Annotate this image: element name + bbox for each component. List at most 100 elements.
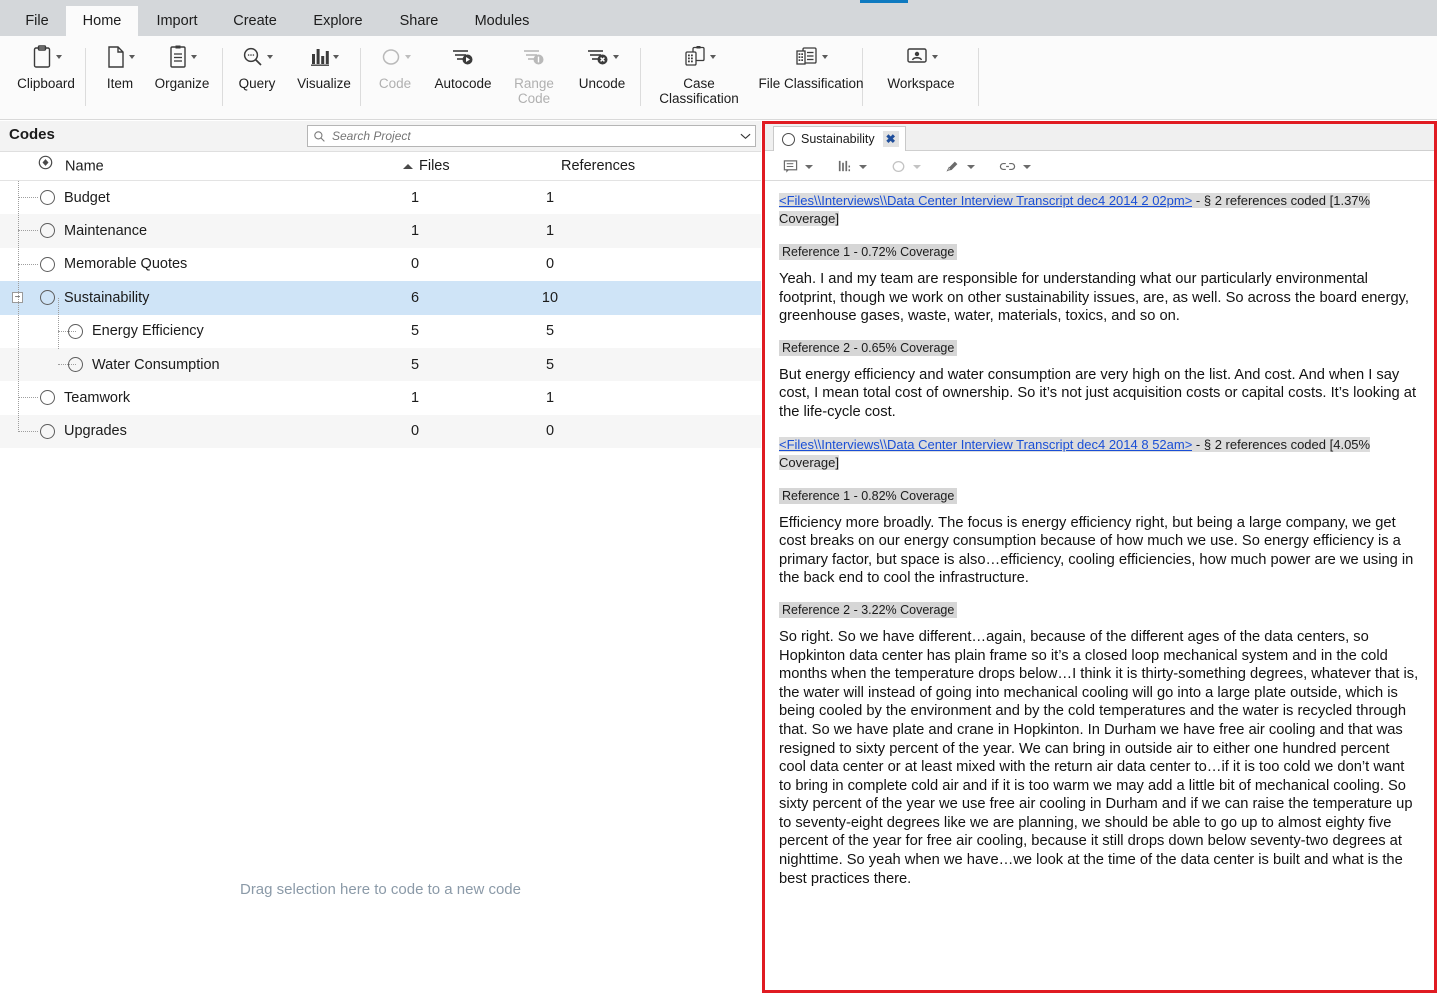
ribbon-button-query[interactable]: Query	[226, 40, 288, 91]
ribbon-button-item[interactable]: Item	[94, 40, 146, 91]
coded-references-body: <Files\\Interviews\\Data Center Intervie…	[765, 182, 1434, 990]
column-header-name[interactable]: Name	[38, 152, 104, 181]
bar-chart-icon	[288, 40, 360, 74]
detail-pane: Sustainability ✖ <Files\\Interviews\\Dat…	[762, 121, 1437, 993]
reference-coverage-label: Reference 2 - 3.22% Coverage	[779, 601, 958, 618]
coded-reference: Reference 2 - 0.65% Coverage But energy e…	[779, 326, 1420, 422]
source-file-link[interactable]: <Files\\Interviews\\Data Center Intervie…	[779, 436, 1193, 452]
reference-text[interactable]: But energy efficiency and water consumpt…	[779, 366, 1420, 422]
code-circle-icon	[891, 159, 906, 174]
tree-connector-line	[18, 263, 38, 265]
ribbon-button-label: Item	[106, 76, 134, 91]
code-circle-icon	[782, 132, 795, 146]
ribbon-tab-modules[interactable]: Modules	[456, 6, 548, 36]
search-input[interactable]	[330, 128, 735, 144]
ribbon-button-clipboard[interactable]: Clipboard	[2, 40, 90, 91]
autocode-icon	[426, 40, 500, 74]
reference-text[interactable]: So right. So we have different…again, be…	[779, 628, 1420, 888]
ribbon-body: Clipboard Item Organize Query Visualize Code A…	[0, 36, 1437, 120]
chevron-down-icon[interactable]	[967, 164, 975, 169]
column-header-files[interactable]: Files	[403, 152, 450, 181]
ribbon-button-label: Query	[238, 76, 276, 91]
source-file-link[interactable]: <Files\\Interviews\\Data Center Intervie…	[779, 193, 1193, 208]
tree-connector-line	[18, 197, 38, 198]
tree-connector-line	[58, 364, 76, 365]
code-references-count: 1	[545, 189, 555, 206]
ribbon-button-file-classification[interactable]: File Classification	[756, 40, 866, 91]
magnifier-icon	[226, 40, 288, 74]
ribbon-separator	[222, 48, 223, 106]
chevron-down-icon[interactable]	[913, 164, 921, 169]
ribbon-button-organize[interactable]: Organize	[146, 40, 218, 91]
code-name: Memorable Quotes	[64, 256, 188, 273]
codes-pane: Codes Name Files Re	[0, 121, 761, 993]
code-files-count: 1	[410, 223, 420, 240]
link-icon	[999, 160, 1016, 173]
toolbar-coding-stripes-button[interactable]	[837, 156, 867, 177]
code-files-count: 1	[410, 390, 420, 407]
chevron-down-icon[interactable]	[1023, 164, 1031, 169]
ribbon-button-visualize[interactable]: Visualize	[288, 40, 360, 91]
window-accent-bar	[860, 0, 908, 3]
reference-text[interactable]: Efficiency more broadly. The focus is en…	[779, 514, 1420, 588]
ribbon-button-autocode[interactable]: Autocode	[426, 40, 500, 91]
code-references-count: 0	[545, 256, 555, 273]
search-project-box[interactable]	[307, 125, 756, 147]
table-row[interactable]: Budget 1 1	[0, 181, 761, 214]
detail-tab-sustainability[interactable]: Sustainability ✖	[773, 126, 906, 151]
table-row[interactable]: Maintenance 1 1	[0, 214, 761, 248]
codes-pane-title: Codes	[9, 126, 55, 143]
table-row[interactable]: Memorable Quotes 0 0	[0, 248, 761, 281]
ribbon-button-case-classification[interactable]: Case Classification	[644, 40, 754, 106]
toolbar-highlight-pen-button[interactable]	[945, 156, 975, 177]
toolbar-link-button[interactable]	[999, 156, 1031, 177]
table-row[interactable]: Energy Efficiency 5 5	[0, 315, 761, 348]
coded-reference: Reference 1 - 0.72% Coverage Yeah. I and …	[779, 230, 1420, 326]
table-row[interactable]: Teamwork 1 1	[0, 381, 761, 414]
ribbon-button-workspace[interactable]: Workspace	[870, 40, 972, 91]
close-icon[interactable]: ✖	[882, 131, 899, 147]
ribbon-tabstrip: File Home Import Create Explore Share Modules	[0, 6, 1437, 36]
code-name: Teamwork	[64, 390, 131, 407]
detail-tab-label: Sustainability	[801, 132, 875, 146]
ribbon-tab-file[interactable]: File	[8, 6, 66, 36]
ribbon-tab-explore[interactable]: Explore	[294, 6, 382, 36]
ribbon-button-label: Case Classification	[659, 76, 739, 106]
codes-pane-header: Codes	[0, 121, 761, 152]
reference-text[interactable]: Yeah. I and my team are responsible for …	[779, 270, 1420, 326]
toolbar-annotations-button[interactable]	[783, 156, 813, 177]
chevron-down-icon[interactable]	[805, 164, 813, 169]
ribbon-tab-share[interactable]: Share	[382, 6, 456, 36]
chevron-down-icon[interactable]	[859, 164, 867, 169]
code-references-count: 5	[545, 323, 555, 340]
ribbon-button-uncode[interactable]: Uncode	[568, 40, 636, 91]
search-icon	[308, 130, 330, 143]
ribbon-button-label: Clipboard	[17, 76, 75, 91]
detail-tabrow: Sustainability ✖	[765, 124, 1434, 151]
code-references-count: 10	[541, 289, 559, 306]
drop-zone-hint: Drag selection here to code to a new cod…	[239, 881, 521, 898]
ribbon-tab-home[interactable]: Home	[66, 6, 138, 36]
ribbon-button-label: Organize	[154, 76, 210, 91]
ribbon-tab-import[interactable]: Import	[138, 6, 216, 36]
source-reference-header: <Files\\Interviews\\Data Center Intervie…	[779, 192, 1420, 228]
chevron-down-icon[interactable]	[735, 132, 755, 140]
ribbon-button-label: Autocode	[434, 76, 492, 91]
tree-connector-line	[18, 230, 38, 232]
ribbon-button-label: File Classification	[758, 76, 864, 91]
table-row[interactable]: − Sustainability 6 10	[0, 281, 761, 315]
list-panel-icon	[146, 40, 218, 74]
table-row[interactable]: Upgrades 0 0	[0, 414, 761, 449]
reference-coverage-label: Reference 1 - 0.82% Coverage	[779, 487, 958, 504]
code-circle-icon	[40, 190, 55, 205]
code-circle-icon	[40, 290, 55, 306]
table-row[interactable]: Water Consumption 5 5	[0, 347, 761, 382]
coded-reference: Reference 1 - 0.82% Coverage Efficiency …	[779, 474, 1420, 588]
highlight-pen-icon	[945, 159, 960, 174]
ribbon-tab-create[interactable]: Create	[216, 6, 294, 36]
code-files-count: 0	[410, 256, 420, 273]
column-header-references[interactable]: References	[561, 152, 635, 181]
ribbon-button-range-code: Range Code	[500, 40, 568, 106]
ribbon-button-label: Uncode	[578, 76, 626, 91]
